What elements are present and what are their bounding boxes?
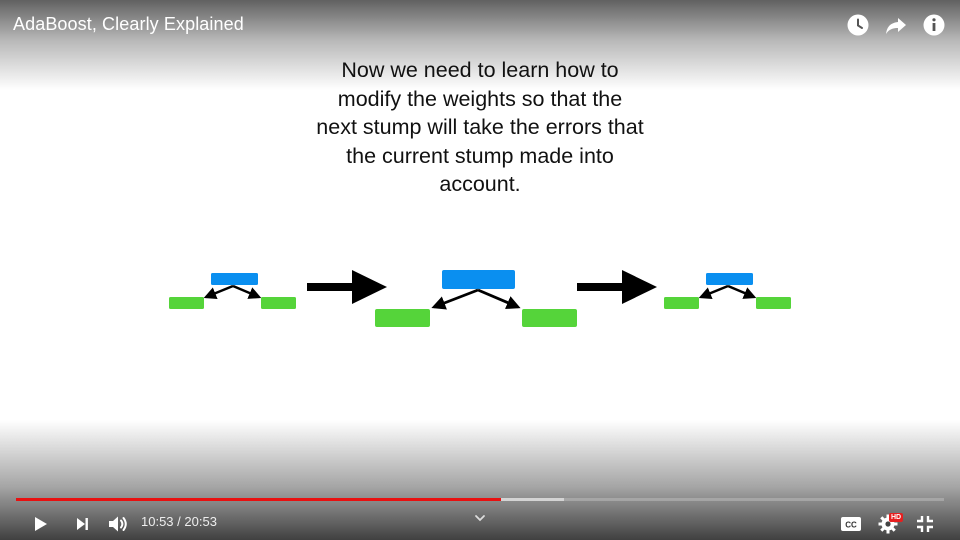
stump-leaf-node [664,297,699,309]
svg-text:CC: CC [845,521,857,530]
player-controls: 10:53 / 20:53 CC HD [0,506,960,538]
stump-root-node [442,270,515,289]
stump-root-node [706,273,753,285]
volume-button[interactable] [104,510,132,538]
chevron-down-icon[interactable] [472,510,488,526]
play-button[interactable] [26,510,54,538]
exit-fullscreen-button[interactable] [911,510,939,538]
stump-small-left [169,273,296,309]
play-icon [35,517,47,531]
stump-leaf-node [261,297,296,309]
branch-arrow [698,284,729,300]
progress-played [16,498,502,501]
time-separator: / [173,514,185,529]
video-player[interactable]: AdaBoost, Clearly Explained Now we need … [0,0,960,540]
branch-arrow [203,284,234,300]
branch-arrow [431,288,479,310]
branch-arrow [727,284,757,299]
volume-icon [109,516,127,532]
current-time: 10:53 [141,514,174,529]
progress-bar[interactable] [16,498,944,503]
stump-large-center [375,270,577,327]
next-icon [77,518,88,530]
transition-arrow [577,270,657,304]
exit-fullscreen-icon [917,516,933,532]
closed-captions-icon: CC [841,517,861,531]
branch-arrow [477,288,521,310]
stump-leaf-node [522,309,577,327]
duration: 20:53 [184,514,217,529]
stump-root-node [211,273,258,285]
stump-leaf-node [169,297,204,309]
captions-button[interactable]: CC [837,510,865,538]
stumps-diagram [169,270,791,327]
stump-small-right [664,273,791,309]
time-display: 10:53 / 20:53 [141,514,217,530]
hd-badge: HD [889,513,904,522]
next-button[interactable] [68,510,96,538]
stump-leaf-node [756,297,791,309]
transition-arrow [307,270,387,304]
branch-arrow [232,284,262,299]
stump-leaf-node [375,309,430,327]
